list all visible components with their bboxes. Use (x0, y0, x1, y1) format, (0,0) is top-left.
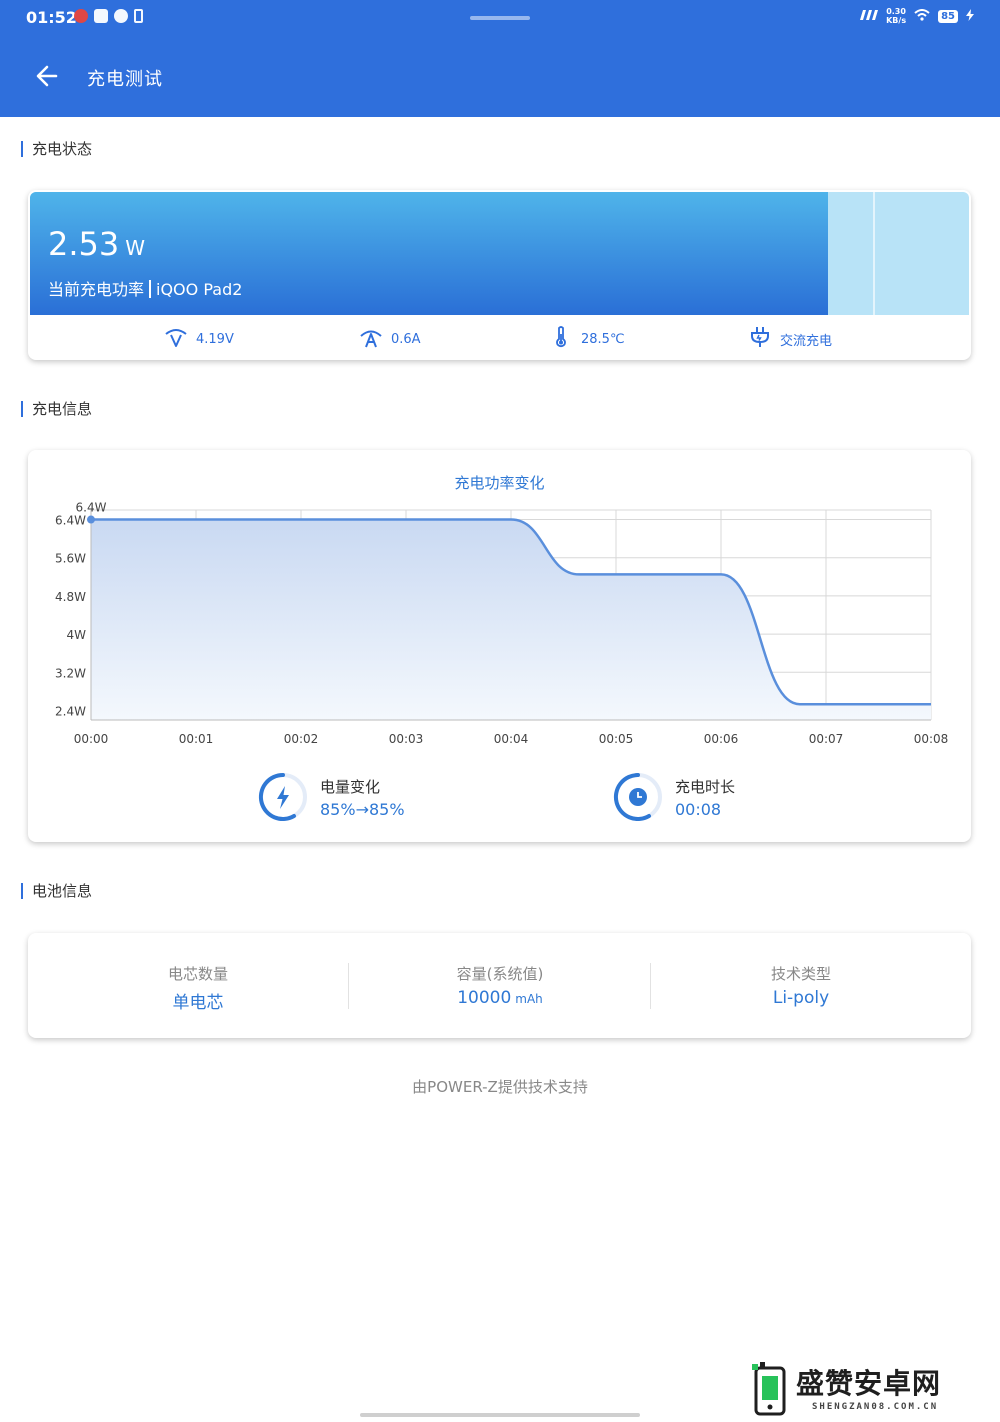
cell-count-value: 单电芯 (172, 993, 224, 1013)
wifi-icon (914, 8, 930, 24)
section-title-charge-status: 充电状态 (21, 141, 92, 157)
site-watermark: 盛赞安卓网 SHENGZAN08.COM.CN (752, 1362, 992, 1418)
site-name: 盛赞安卓网 (796, 1367, 942, 1400)
y-tick-label: 3.2W (55, 666, 86, 680)
power-panel: 2.53 W 当前充电功率 iQOO Pad2 (30, 192, 969, 315)
duration-stat: 充电时长 00:08 (613, 772, 735, 822)
cell-count-label: 电芯数量 (167, 965, 228, 983)
status-notification-icons (74, 9, 143, 23)
charger-type-value: 交流充电 (780, 333, 833, 349)
back-arrow-icon[interactable] (30, 58, 66, 94)
series-area (91, 519, 931, 720)
net-speed-value: 0.30 (886, 7, 906, 16)
net-speed-unit: KB/s (886, 16, 907, 25)
powered-by-footer: 由POWER-Z提供技术支持 (412, 1078, 588, 1096)
power-panel-divider (873, 192, 875, 315)
site-url: SHENGZAN08.COM.CN (812, 1402, 939, 1412)
page-title: 充电测试 (87, 69, 163, 90)
status-time: 01:52 (26, 8, 77, 27)
capacity-label: 容量(系统值) (456, 965, 544, 983)
level-change-stat: 电量变化 85%→85% (258, 772, 405, 822)
section-title-battery-info: 电池信息 (21, 883, 92, 899)
y-tick-label: 2.4W (55, 704, 86, 718)
y-tick-label: 4W (67, 628, 87, 642)
y-tick-label: 5.6W (55, 552, 86, 566)
technology-value: Li-poly (772, 988, 830, 1008)
level-change-label: 电量变化 (320, 777, 381, 796)
top-handle (470, 16, 530, 20)
power-caption-label: 当前充电功率 (48, 280, 145, 299)
calendar-notification-icon (94, 9, 108, 23)
x-tick-label: 00:00 (74, 732, 109, 746)
power-chart: 2.4W 3.2W 4W 4.8W 5.6W 6.4W 00:00 00:01 00:02 00:… (55, 501, 949, 746)
power-value: 2.53 (48, 225, 120, 263)
clock-ring-icon (613, 772, 663, 822)
power-reading: 2.53 W (48, 225, 145, 263)
x-tick-label: 00:07 (809, 732, 844, 746)
y-tick-label: 6.4W (55, 514, 86, 528)
voltage-value: 4.19V (196, 331, 234, 347)
x-tick-label: 00:03 (389, 732, 424, 746)
capacity-column: 容量(系统值) 10000 mAh (345, 963, 655, 1008)
battery-level: 85 (938, 9, 958, 23)
home-indicator[interactable] (360, 1413, 640, 1417)
data-point-start (87, 515, 95, 524)
status-right-icons: 0.30 KB/s 85 (860, 7, 974, 25)
signal-icon (860, 9, 879, 23)
duration-value: 00:08 (675, 799, 722, 819)
capacity-unit: mAh (515, 992, 543, 1006)
voltage-metric: 4.19V (164, 325, 234, 353)
power-caption: 当前充电功率 iQOO Pad2 (48, 276, 242, 300)
caption-divider (149, 280, 152, 298)
x-tick-label: 00:05 (599, 732, 634, 746)
capacity-value: 10000 (457, 988, 512, 1008)
charger-type-metric: 交流充电 (748, 325, 832, 353)
section-title-charge-info: 充电信息 (21, 401, 92, 417)
app-notification-icon (74, 9, 88, 23)
check-notification-icon (114, 9, 128, 23)
battery-info-card: 电芯数量 单电芯 容量(系统值) 10000 mAh 技术类型 Li-poly (28, 933, 971, 1038)
current-metric: 0.6A (359, 325, 421, 353)
duration-label: 充电时长 (675, 777, 736, 796)
thermometer-icon (549, 325, 573, 353)
x-tick-label: 00:06 (704, 732, 739, 746)
phone-notification-icon (134, 9, 143, 23)
x-tick-label: 00:01 (179, 732, 214, 746)
charge-metrics: 4.19V 0.6A 28.5℃ 交流充电 (28, 325, 971, 353)
site-logo-icon (752, 1362, 788, 1418)
current-value: 0.6A (391, 331, 421, 347)
plug-icon (748, 325, 772, 353)
temperature-value: 28.5℃ (581, 331, 625, 347)
device-name: iQOO Pad2 (156, 280, 243, 299)
technology-label: 技术类型 (770, 965, 831, 983)
voltage-icon (164, 325, 188, 353)
cell-count-column: 电芯数量 单电芯 (43, 963, 353, 1013)
level-change-text: 电量变化 85%→85% (320, 776, 405, 819)
charging-bolt-icon (966, 8, 974, 24)
net-speed: 0.30 KB/s (886, 7, 906, 25)
current-icon (359, 325, 383, 353)
charge-status-card: 2.53W 当前充电功率 iQOO Pad2 4.19V 0.6A 28.5℃ (28, 190, 971, 360)
duration-text: 充电时长 00:08 (675, 776, 735, 819)
level-change-value: 85%→85% (320, 799, 405, 819)
technology-column: 技术类型 Li-poly (646, 963, 956, 1008)
max-annotation: 6.4W (76, 501, 107, 515)
battery-bolt-ring-icon (258, 772, 308, 822)
charge-info-card: 充电功率变化 2.4W 3.2W 4W 4.8W 5.6W 6.4W 00:00 00:01 0… (28, 450, 971, 842)
power-unit: W (125, 236, 146, 260)
app-bar: 01:52 0.30 KB/s 85 充电测试 (0, 0, 1000, 117)
x-tick-label: 00:08 (914, 732, 949, 746)
x-tick-label: 00:04 (494, 732, 529, 746)
capacity-reading: 10000 mAh (345, 988, 655, 1008)
y-tick-label: 4.8W (55, 590, 86, 604)
temperature-metric: 28.5℃ (549, 325, 625, 353)
x-tick-label: 00:02 (284, 732, 319, 746)
